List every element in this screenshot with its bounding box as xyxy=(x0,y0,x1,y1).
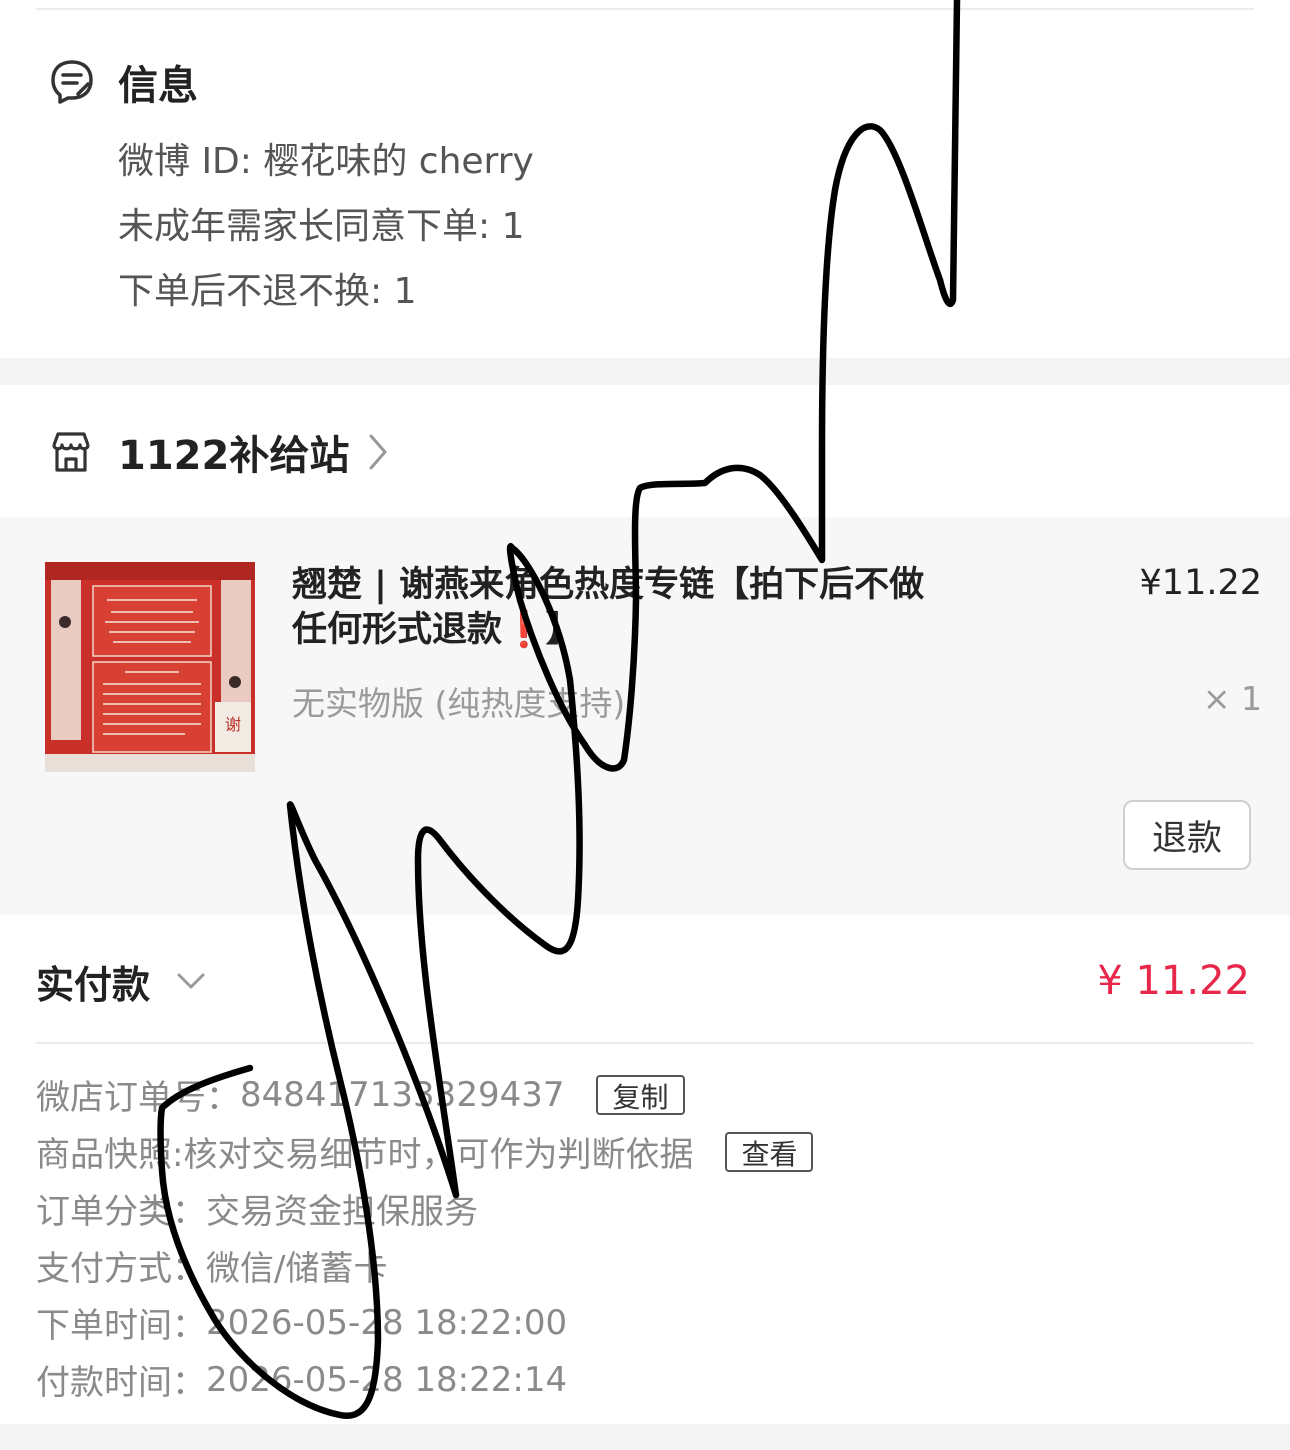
snapshot-label: 商品快照: xyxy=(36,1135,184,1175)
product-title[interactable]: 翘楚 | 谢燕来角色热度专链【拍下后不做任何形式退款❗】 xyxy=(292,563,952,653)
paid-amount: ¥ 11.22 xyxy=(1097,958,1250,1004)
section-gap xyxy=(0,358,1290,385)
message-note-icon xyxy=(48,58,96,106)
info-title: 信息 xyxy=(118,63,198,109)
info-line-no-return: 下单后不退不换: 1 xyxy=(118,271,417,312)
view-snapshot-button[interactable]: 查看 xyxy=(725,1131,814,1172)
divider xyxy=(36,1042,1254,1044)
chevron-down-icon xyxy=(176,971,206,991)
product-variant: 无实物版 (纯热度支持) xyxy=(292,684,626,723)
payment-method-value: 微信/储蓄卡 xyxy=(206,1249,388,1289)
payment-method-label: 支付方式： xyxy=(36,1249,206,1289)
order-time-value: 2026-05-28 18:22:00 xyxy=(206,1302,568,1343)
snapshot-value: 核对交易细节时，可作为判断依据 xyxy=(183,1135,694,1175)
payment-time-value: 2026-05-28 18:22:14 xyxy=(206,1359,568,1400)
info-line-weibo-id: 微博 ID: 樱花味的 cherry xyxy=(118,141,534,182)
paid-label: 实付款 xyxy=(36,962,151,1007)
product-price: ¥11.22 xyxy=(1139,563,1262,603)
svg-text:谢: 谢 xyxy=(225,715,241,734)
refund-button[interactable]: 退款 xyxy=(1123,800,1251,870)
snapshot-row: 商品快照: 核对交易细节时，可作为判断依据 查看 xyxy=(36,1123,814,1180)
copy-button[interactable]: 复制 xyxy=(596,1074,685,1115)
order-number-label: 微店订单号： xyxy=(36,1078,240,1118)
info-header: 信息 xyxy=(48,54,198,110)
shop-link[interactable]: 1122补给站 xyxy=(48,424,389,480)
product-title-end: 】 xyxy=(545,610,581,650)
bottom-bar xyxy=(0,1424,1290,1450)
chevron-right-icon xyxy=(367,432,389,472)
order-time-row: 下单时间： 2026-05-28 18:22:00 xyxy=(36,1294,813,1351)
exclamation-icon: ❗ xyxy=(502,610,546,650)
shop-name: 1122补给站 xyxy=(118,433,350,479)
order-number-row: 微店订单号： 848417133329437 复制 xyxy=(36,1066,813,1123)
payment-time-label: 付款时间： xyxy=(36,1363,206,1403)
store-icon xyxy=(48,429,94,475)
order-category-row: 订单分类： 交易资金担保服务 xyxy=(36,1180,813,1237)
info-section: 信息 微博 ID: 樱花味的 cherry 未成年需家长同意下单: 1 下单后不… xyxy=(0,0,1290,358)
paid-summary-toggle[interactable]: 实付款 xyxy=(36,955,206,1007)
product-quantity: × 1 xyxy=(1202,679,1262,718)
payment-time-row: 付款时间： 2026-05-28 18:22:14 xyxy=(36,1351,813,1408)
info-lines: 微博 ID: 樱花味的 cherry 未成年需家长同意下单: 1 下单后不退不换… xyxy=(118,136,534,331)
product-thumbnail[interactable]: 谢 xyxy=(45,562,255,772)
order-number-value: 848417133329437 xyxy=(240,1074,565,1115)
order-category-label: 订单分类： xyxy=(36,1192,206,1232)
product-title-text: 翘楚 | 谢燕来角色热度专链【拍下后不做任何形式退款 xyxy=(292,565,925,650)
order-category-value: 交易资金担保服务 xyxy=(206,1192,478,1232)
order-time-label: 下单时间： xyxy=(36,1306,206,1346)
divider xyxy=(36,8,1254,10)
payment-method-row: 支付方式： 微信/储蓄卡 xyxy=(36,1237,813,1294)
product-card[interactable]: 谢 翘楚 | 谢燕来角色热度专链【拍下后不做任何形式退款❗】 无实物版 (纯热度… xyxy=(0,517,1290,915)
info-line-minor-consent: 未成年需家长同意下单: 1 xyxy=(118,206,525,247)
order-details: 微店订单号： 848417133329437 复制 商品快照: 核对交易细节时，… xyxy=(36,1066,814,1408)
